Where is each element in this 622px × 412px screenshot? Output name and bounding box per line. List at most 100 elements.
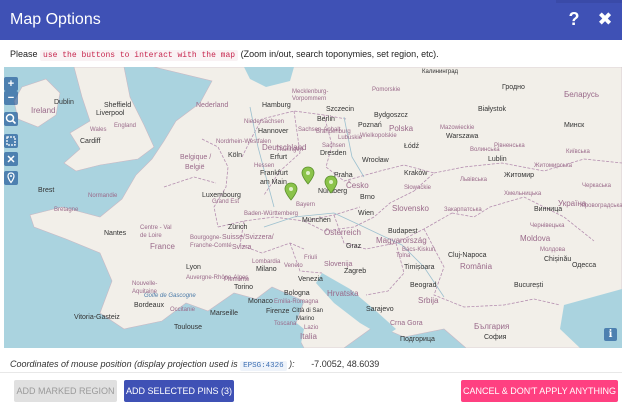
svg-text:Молдова: Молдова	[540, 247, 566, 253]
svg-text:Lubuskie: Lubuskie	[338, 135, 363, 141]
svg-text:Hrvatska: Hrvatska	[327, 289, 359, 298]
svg-text:Bács-Kiskun: Bács-Kiskun	[402, 247, 435, 253]
svg-text:Bydgoszcz: Bydgoszcz	[374, 112, 408, 119]
svg-text:Hamburg: Hamburg	[262, 102, 291, 109]
svg-text:Monaco: Monaco	[248, 298, 273, 305]
add-marked-region-button[interactable]: ADD MARKED REGION	[14, 380, 117, 402]
svg-text:am Main: am Main	[260, 179, 287, 186]
svg-text:Franche-Comté: Franche-Comté	[190, 243, 232, 249]
svg-text:Київська: Київська	[566, 149, 591, 155]
svg-text:France: France	[150, 242, 175, 251]
zoom-out-button[interactable]: −	[4, 91, 18, 105]
svg-text:Milano: Milano	[256, 266, 277, 273]
svg-text:Słowackie: Słowackie	[404, 185, 432, 191]
svg-text:Białystok: Białystok	[478, 106, 507, 113]
map-view[interactable]: Golfe de Gascogne Ireland Deutschland Po…	[4, 67, 622, 348]
svg-text:Nouvelle-: Nouvelle-	[132, 281, 157, 287]
close-icon[interactable]: ✖	[596, 8, 614, 30]
cancel-button[interactable]: CANCEL & DON'T APPLY ANYTHING	[461, 380, 618, 402]
svg-text:Poznań: Poznań	[358, 122, 382, 129]
svg-text:Vitoria-Gasteiz: Vitoria-Gasteiz	[74, 314, 120, 321]
svg-text:Toscana: Toscana	[274, 321, 297, 327]
svg-text:Cardiff: Cardiff	[80, 138, 101, 145]
svg-text:Nordrhein-Westfalen: Nordrhein-Westfalen	[216, 139, 271, 145]
mouse-coordinates: Coordinates of mouse position (display p…	[10, 359, 379, 371]
svg-text:Venezia: Venezia	[298, 276, 323, 283]
pin-icon[interactable]	[4, 171, 18, 185]
svg-text:Nantes: Nantes	[104, 230, 127, 237]
instruction-prefix: Please	[10, 49, 38, 59]
svg-text:Chișinău: Chișinău	[544, 256, 571, 263]
region-select-icon[interactable]	[4, 134, 18, 148]
svg-text:Хмельницька: Хмельницька	[504, 191, 542, 197]
svg-text:Torino: Torino	[234, 284, 253, 291]
svg-text:Hessen: Hessen	[254, 163, 274, 169]
svg-text:Zagreb: Zagreb	[344, 268, 366, 275]
svg-text:Firenze: Firenze	[266, 308, 289, 315]
svg-text:Черкаська: Черкаська	[582, 183, 612, 189]
svg-text:Винница: Винница	[534, 206, 562, 213]
svg-text:Sachsen: Sachsen	[322, 143, 345, 149]
svg-text:Sarajevo: Sarajevo	[366, 306, 394, 313]
svg-text:Sheffield: Sheffield	[104, 102, 131, 109]
search-icon[interactable]	[4, 112, 18, 126]
svg-text:Zürich: Zürich	[228, 224, 248, 231]
svg-text:Беларусь: Беларусь	[564, 90, 599, 99]
svg-text:Köln: Köln	[228, 152, 242, 159]
svg-text:Friuli: Friuli	[304, 255, 317, 261]
coordinates-label: Coordinates of mouse position (display p…	[10, 359, 238, 369]
svg-text:Житомир: Житомир	[504, 172, 534, 179]
svg-text:Timișoara: Timișoara	[404, 264, 435, 271]
svg-text:München: München	[302, 217, 331, 224]
svg-text:Beograd: Beograd	[410, 282, 437, 289]
svg-text:Marino: Marino	[296, 316, 315, 322]
svg-text:Italia: Italia	[300, 332, 317, 341]
svg-text:Srbija: Srbija	[418, 296, 439, 305]
svg-text:Niedersachsen: Niedersachsen	[244, 119, 284, 125]
svg-text:Moldova: Moldova	[520, 234, 551, 243]
svg-text:Centre - Val: Centre - Val	[140, 225, 172, 231]
svg-text:Veneto: Veneto	[284, 263, 303, 269]
svg-text:de Loire: de Loire	[140, 233, 162, 239]
svg-text:София: София	[484, 334, 507, 341]
svg-text:România: România	[460, 262, 493, 271]
svg-text:Thüringen: Thüringen	[276, 147, 303, 153]
zoom-in-button[interactable]: +	[4, 77, 18, 91]
svg-text:Wielkopolskie: Wielkopolskie	[360, 133, 397, 139]
svg-text:Bayern: Bayern	[296, 202, 315, 208]
add-selected-pins-button[interactable]: ADD SELECTED PINS (3)	[124, 380, 234, 402]
svg-text:Česko: Česko	[346, 181, 369, 190]
instruction-suffix: (Zoom in/out, search toponymies, set reg…	[240, 49, 439, 59]
svg-text:Łódź: Łódź	[404, 143, 420, 150]
svg-text:Slovensko: Slovensko	[392, 204, 429, 213]
svg-text:Brandenburg: Brandenburg	[316, 129, 351, 135]
svg-text:Marseille: Marseille	[210, 310, 238, 317]
svg-text:Bretagne: Bretagne	[54, 207, 79, 213]
map-canvas[interactable]: Golfe de Gascogne Ireland Deutschland Po…	[4, 67, 622, 348]
svg-text:Mazowieckie: Mazowieckie	[440, 125, 475, 131]
svg-text:Wales: Wales	[90, 127, 106, 133]
svg-text:Lombardia: Lombardia	[252, 259, 281, 265]
svg-text:Luxembourg: Luxembourg	[202, 192, 241, 199]
svg-text:Slovenija: Slovenija	[324, 261, 353, 268]
svg-text:Закарпатська: Закарпатська	[444, 207, 482, 213]
clear-icon[interactable]	[4, 152, 18, 166]
help-icon[interactable]: ?	[565, 8, 583, 30]
svg-text:Brno: Brno	[360, 194, 375, 201]
svg-text:Минск: Минск	[564, 122, 585, 129]
svg-text:Crna Gora: Crna Gora	[390, 320, 423, 327]
svg-text:Kraków: Kraków	[404, 170, 428, 177]
svg-text:Liverpool: Liverpool	[96, 110, 125, 117]
map-info-button[interactable]: i	[604, 328, 617, 341]
svg-text:Pomorskie: Pomorskie	[372, 87, 401, 93]
svg-text:Magyarország: Magyarország	[376, 236, 427, 245]
dialog-title: Map Options	[10, 11, 101, 28]
svg-text:Dresden: Dresden	[320, 150, 347, 157]
svg-text:Hannover: Hannover	[258, 128, 289, 135]
svg-text:Калининград: Калининград	[422, 69, 459, 75]
svg-text:Grand Est: Grand Est	[212, 199, 239, 205]
svg-text:Ireland: Ireland	[31, 106, 55, 115]
svg-text:Подгорица: Подгорица	[400, 336, 435, 343]
svg-text:Гродно: Гродно	[502, 84, 525, 91]
svg-text:Berlin: Berlin	[317, 116, 335, 123]
